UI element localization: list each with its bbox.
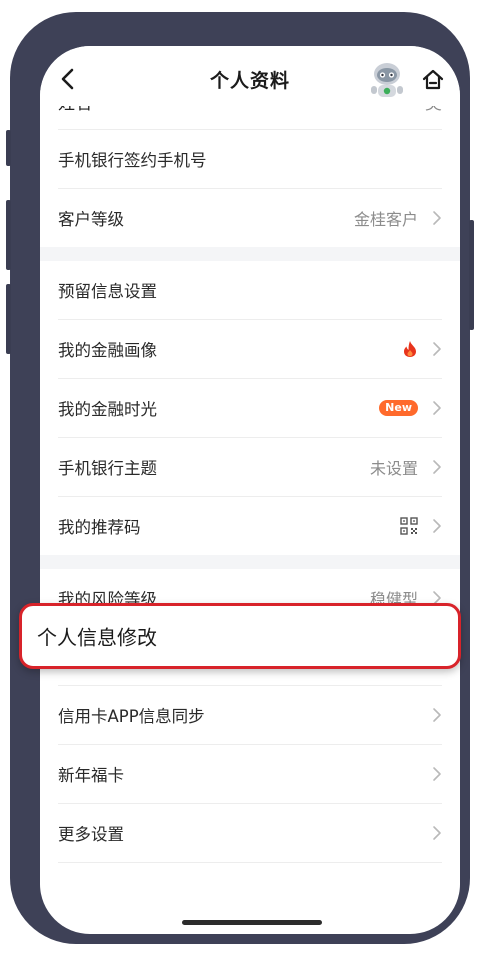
nav-bar: 个人资料 <box>40 46 460 106</box>
chevron-right-icon <box>433 460 441 474</box>
list-item-label: 我的推荐码 <box>58 518 141 537</box>
list-item-customer-level[interactable]: 客户等级 金桂客户 <box>40 189 460 247</box>
list-item-more-settings[interactable]: 更多设置 <box>40 804 460 862</box>
list-item-personal-info-edit[interactable]: 个人信息修改 <box>19 603 461 669</box>
list-item-label: 信用卡APP信息同步 <box>58 707 205 726</box>
row-divider <box>58 862 442 863</box>
list-item-label: 新年福卡 <box>58 766 124 785</box>
home-icon[interactable] <box>422 68 444 90</box>
list-item-label: 更多设置 <box>58 825 124 844</box>
fire-icon <box>404 341 416 357</box>
phone-side-button <box>6 284 11 354</box>
chevron-right-icon <box>433 342 441 356</box>
phone-side-button <box>6 130 11 166</box>
phone-side-button <box>469 220 474 330</box>
list-item-reserved-info[interactable]: 预留信息设置 <box>40 261 460 319</box>
robot-assistant-icon[interactable] <box>368 60 406 100</box>
chevron-right-icon <box>433 401 441 415</box>
section-gap <box>40 555 460 569</box>
list-item-label: 我的金融画像 <box>58 341 157 360</box>
list-item-financial-time[interactable]: 我的金融时光 New <box>40 379 460 437</box>
home-indicator <box>182 920 322 925</box>
list-item-theme[interactable]: 手机银行主题 未设置 <box>40 438 460 496</box>
customer-level-value: 金桂客户 <box>353 210 418 229</box>
list-item-referral-code[interactable]: 我的推荐码 <box>40 497 460 555</box>
chevron-right-icon <box>433 211 441 225</box>
chevron-right-icon <box>433 519 441 533</box>
list-item-financial-portrait[interactable]: 我的金融画像 <box>40 320 460 378</box>
qr-code-icon <box>400 517 418 535</box>
section-gap <box>40 247 460 261</box>
list-item-label: 预留信息设置 <box>58 282 157 301</box>
list-item-credit-card-sync[interactable]: 信用卡APP信息同步 <box>40 686 460 744</box>
chevron-right-icon <box>433 767 441 781</box>
chevron-right-icon <box>433 708 441 722</box>
list-item-label: 手机银行签约手机号 <box>58 151 207 170</box>
list-item-new-year-card[interactable]: 新年福卡 <box>40 745 460 803</box>
phone-side-button <box>6 200 11 270</box>
list-item-label: 我的金融时光 <box>58 400 157 419</box>
phone-frame: 个人资料 姓名 吴 <box>6 12 474 944</box>
app-screen: 个人资料 姓名 吴 <box>40 46 460 934</box>
list-item-label: 个人信息修改 <box>37 625 157 650</box>
list-item-phone-number[interactable]: 手机银行签约手机号 <box>40 130 460 188</box>
new-badge: New <box>379 400 418 416</box>
theme-value: 未设置 <box>369 459 418 478</box>
chevron-right-icon <box>433 826 441 840</box>
list-item-label: 手机银行主题 <box>58 459 157 478</box>
list-item-label: 客户等级 <box>58 210 124 229</box>
